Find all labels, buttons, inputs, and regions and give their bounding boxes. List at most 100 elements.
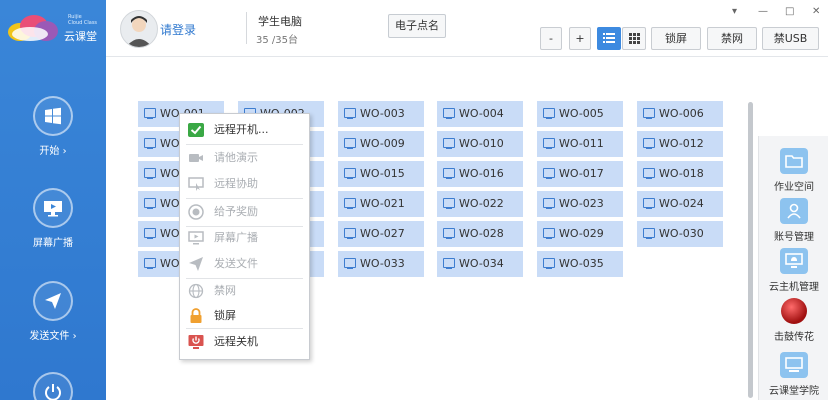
computer-tile[interactable]: WO-035 <box>537 251 623 277</box>
computer-tile[interactable]: WO-012 <box>637 131 723 157</box>
computer-tile[interactable]: WO-033 <box>338 251 424 277</box>
computer-tile[interactable]: WO-015 <box>338 161 424 187</box>
brand-en-line2: Cloud Class <box>68 20 98 26</box>
right-item-label: 云课堂学院 <box>769 386 819 397</box>
computer-tile[interactable]: WO-011 <box>537 131 623 157</box>
monitor-icon <box>643 138 655 149</box>
cloud-host-management-button[interactable]: 云主机管理 <box>759 248 828 293</box>
computer-tile[interactable]: WO-016 <box>437 161 523 187</box>
send-icon <box>45 293 61 309</box>
monitor-icon <box>543 138 555 149</box>
monitor-icon <box>643 168 655 179</box>
right-item-label: 云主机管理 <box>769 282 819 293</box>
menu-item-label: 给予奖励 <box>214 205 258 218</box>
zoom-out-button[interactable]: - <box>540 27 562 50</box>
menu-item-remote-shutdown[interactable]: 远程关机 <box>180 330 309 354</box>
cloud-academy-button[interactable]: 云课堂学院 <box>759 352 828 397</box>
ball-icon <box>781 298 807 324</box>
computer-tile[interactable]: WO-023 <box>537 191 623 217</box>
computer-tile[interactable]: WO-018 <box>637 161 723 187</box>
menu-item-label: 锁屏 <box>214 309 236 322</box>
sidebar-item-screen-broadcast[interactable]: 屏幕广播 <box>0 188 106 249</box>
window-minimize-button[interactable]: — <box>758 6 768 17</box>
computer-name: WO-030 <box>659 227 704 240</box>
computer-name: WO-004 <box>459 107 504 120</box>
menu-item-ask-demo[interactable]: 请他演示 <box>180 146 309 170</box>
computer-tile[interactable]: WO-028 <box>437 221 523 247</box>
avatar[interactable] <box>120 10 158 48</box>
block-usb-button[interactable]: 禁USB <box>762 27 819 50</box>
monitor-icon <box>443 258 455 269</box>
window-menu-button[interactable]: ▾ <box>732 6 737 17</box>
grid-view-button[interactable] <box>622 27 646 50</box>
sidebar-item-power[interactable] <box>0 372 106 412</box>
computer-tile[interactable]: WO-024 <box>637 191 723 217</box>
menu-item-label: 请他演示 <box>214 151 258 164</box>
computer-tile[interactable]: WO-034 <box>437 251 523 277</box>
list-view-button[interactable] <box>597 27 621 50</box>
computer-tile[interactable]: WO-030 <box>637 221 723 247</box>
student-pc-count: 35 /35台 <box>256 35 298 46</box>
sidebar-item-send-file[interactable]: 发送文件 › <box>0 281 106 342</box>
computer-tile[interactable]: WO-004 <box>437 101 523 127</box>
menu-item-give-reward[interactable]: 给予奖励 <box>180 200 309 224</box>
remote-assist-icon <box>188 177 204 191</box>
computer-tile[interactable]: WO-029 <box>537 221 623 247</box>
user-icon <box>787 203 801 219</box>
login-link[interactable]: 请登录 <box>160 21 196 38</box>
computer-tile[interactable]: WO-009 <box>338 131 424 157</box>
computer-tile[interactable]: WO-017 <box>537 161 623 187</box>
cloud-host-icon <box>785 253 803 268</box>
monitor-icon <box>344 228 356 239</box>
sidebar-item-start[interactable]: 开始 › <box>0 96 106 157</box>
menu-item-send-file[interactable]: 发送文件 <box>180 252 309 276</box>
homework-space-button[interactable]: 作业空间 <box>759 148 828 193</box>
menu-item-screen-broadcast[interactable]: 屏幕广播 <box>180 226 309 250</box>
folder-icon <box>785 155 803 168</box>
vertical-scrollbar[interactable] <box>748 102 753 398</box>
menu-item-lock-screen[interactable]: 锁屏 <box>180 304 309 328</box>
menu-item-block-network[interactable]: 禁网 <box>180 279 309 303</box>
list-view-icon <box>603 33 615 43</box>
student-pc-title: 学生电脑 <box>258 15 302 28</box>
menu-item-remote-power-on[interactable]: 远程开机... <box>180 118 309 142</box>
roll-call-button[interactable]: 电子点名 <box>388 14 446 38</box>
computer-tile[interactable]: WO-006 <box>637 101 723 127</box>
computer-tile[interactable]: WO-022 <box>437 191 523 217</box>
lock-screen-button[interactable]: 锁屏 <box>651 27 701 50</box>
sidebar-item-label: 发送文件 › <box>29 331 77 342</box>
computer-tile[interactable]: WO-021 <box>338 191 424 217</box>
grid-view-icon <box>628 33 640 44</box>
monitor-icon <box>543 228 555 239</box>
monitor-icon <box>144 138 156 149</box>
computer-name: WO-027 <box>360 227 405 240</box>
monitor-icon <box>344 168 356 179</box>
menu-item-remote-assist[interactable]: 远程协助 <box>180 172 309 196</box>
computer-name: WO-012 <box>659 137 704 150</box>
monitor-icon <box>643 228 655 239</box>
monitor-icon <box>443 108 455 119</box>
computer-tile[interactable]: WO-010 <box>437 131 523 157</box>
monitor-icon <box>443 168 455 179</box>
monitor-icon <box>44 201 62 217</box>
brand-name: 云课堂 <box>64 30 97 43</box>
block-network-button[interactable]: 禁网 <box>707 27 757 50</box>
drum-pass-flower-button[interactable]: 击鼓传花 <box>759 298 828 343</box>
computer-tile[interactable]: WO-003 <box>338 101 424 127</box>
shutdown-icon <box>188 335 204 349</box>
cloud-logo-icon <box>8 15 58 41</box>
window-close-button[interactable]: ✕ <box>812 6 820 17</box>
window-maximize-button[interactable]: □ <box>785 6 794 17</box>
right-tool-panel: 作业空间 账号管理 云主机管理 击鼓传花 云课堂学院 <box>758 136 828 400</box>
globe-icon <box>188 283 204 299</box>
computer-tile[interactable]: WO-005 <box>537 101 623 127</box>
computer-tile[interactable]: WO-027 <box>338 221 424 247</box>
account-management-button[interactable]: 账号管理 <box>759 198 828 243</box>
zoom-in-button[interactable]: + <box>569 27 591 50</box>
monitor-icon <box>643 108 655 119</box>
left-sidebar: Ruijie Cloud Class 云课堂 开始 › 屏幕广播 发送文件 › <box>0 0 106 412</box>
computer-name: WO-003 <box>360 107 405 120</box>
monitor-icon <box>144 108 156 119</box>
right-item-label: 作业空间 <box>774 182 814 193</box>
computer-name: WO-017 <box>559 167 604 180</box>
